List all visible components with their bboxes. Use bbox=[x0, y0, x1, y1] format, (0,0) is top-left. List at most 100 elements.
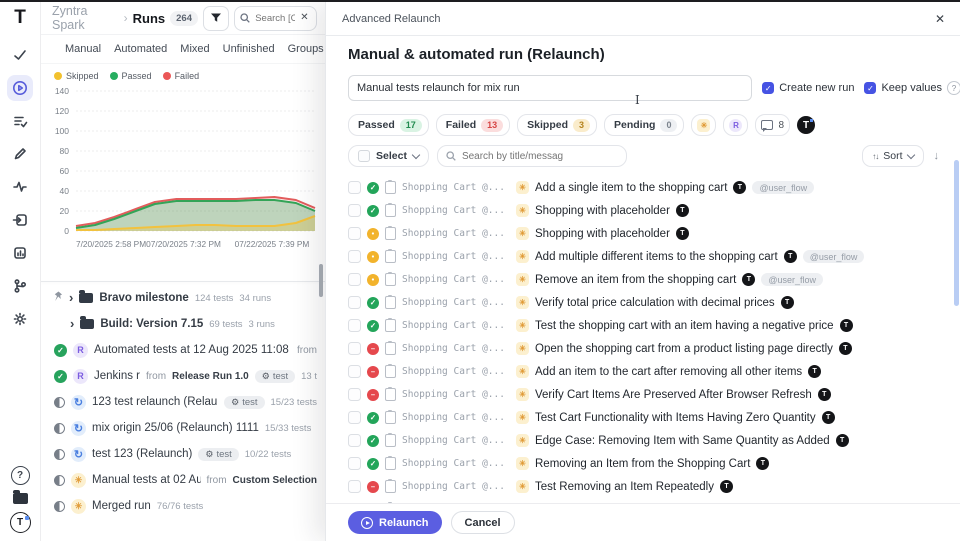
list-check-icon[interactable] bbox=[7, 108, 33, 134]
test-row[interactable]: ✓Shopping Cart @...✳Edge Case: Removing … bbox=[348, 429, 960, 452]
app-logo[interactable]: T bbox=[14, 8, 26, 28]
cancel-button[interactable]: Cancel bbox=[451, 511, 515, 534]
close-icon[interactable]: ✕ bbox=[300, 13, 308, 23]
test-row[interactable]: –Shopping Cart @...✳Verify Cart Items Ar… bbox=[348, 383, 960, 406]
row-checkbox[interactable] bbox=[348, 204, 361, 217]
run-name-input[interactable] bbox=[348, 75, 752, 101]
assignee-avatar[interactable]: T bbox=[797, 116, 815, 134]
report-icon[interactable] bbox=[7, 240, 33, 266]
breadcrumb-project[interactable]: Zyntra Spark bbox=[52, 4, 119, 32]
status-passed-icon: ✓ bbox=[367, 412, 379, 424]
clipboard-icon bbox=[385, 181, 396, 194]
help-icon[interactable]: ? bbox=[947, 81, 960, 95]
runs-search-input[interactable] bbox=[253, 12, 297, 25]
test-suite-code: Shopping Cart @... bbox=[402, 435, 510, 446]
run-row[interactable]: ✳Manual tests at 02 Aug 2025 13:38fromCu… bbox=[40, 467, 325, 493]
create-new-run-checkbox[interactable]: ✓ Create new run bbox=[762, 82, 854, 94]
test-row[interactable]: ✓Shopping Cart @...✳Verify total price c… bbox=[348, 291, 960, 314]
tab-groups[interactable]: Groups bbox=[288, 43, 324, 55]
row-checkbox[interactable] bbox=[348, 457, 361, 470]
row-checkbox[interactable] bbox=[348, 319, 361, 332]
panel-scrollbar[interactable] bbox=[319, 264, 323, 297]
import-icon[interactable] bbox=[7, 207, 33, 233]
test-row[interactable]: –Shopping Cart @...✳Add an item to the c… bbox=[348, 360, 960, 383]
filter-chip-failed[interactable]: Failed13 bbox=[436, 114, 510, 136]
filter-chip-comments[interactable]: 8 bbox=[755, 114, 790, 136]
test-search-input[interactable] bbox=[460, 150, 614, 163]
row-checkbox[interactable] bbox=[348, 480, 361, 493]
chip-count: 13 bbox=[481, 119, 503, 132]
keep-values-checkbox[interactable]: ✓ Keep values ? bbox=[864, 81, 960, 95]
row-checkbox[interactable] bbox=[348, 181, 361, 194]
relaunch-button[interactable]: Relaunch bbox=[348, 511, 442, 534]
activity-icon[interactable] bbox=[7, 174, 33, 200]
gear-icon: ⚙ bbox=[262, 371, 270, 382]
checkbox-checked-icon[interactable]: ✓ bbox=[864, 82, 876, 94]
assignee-avatar: T bbox=[733, 181, 746, 194]
test-row[interactable]: •Shopping Cart @...✳Add multiple differe… bbox=[348, 245, 960, 268]
run-row[interactable]: ↻mix origin 25/06 (Relaunch) 111115/33 t… bbox=[40, 415, 325, 441]
chevron-down-icon bbox=[412, 150, 420, 158]
runs-play-icon[interactable] bbox=[7, 75, 33, 101]
run-row[interactable]: ↻test 123 (Relaunch)⚙test10/22 tests bbox=[40, 441, 325, 467]
run-row[interactable]: ›Bravo milestone124 tests34 runs bbox=[40, 285, 325, 311]
row-checkbox[interactable] bbox=[348, 227, 361, 240]
gear-icon[interactable] bbox=[7, 306, 33, 332]
run-row[interactable]: ✓RJenkins run (Relaunch)fromRelease Run … bbox=[40, 363, 325, 389]
mixed-run-icon: ↻ bbox=[71, 447, 86, 462]
close-icon[interactable]: ✕ bbox=[935, 12, 945, 26]
test-row[interactable]: •Shopping Cart @...✳Remove an item from … bbox=[348, 268, 960, 291]
test-row[interactable]: –Shopping Cart @...✳Test Removing an Ite… bbox=[348, 475, 960, 498]
row-checkbox[interactable] bbox=[348, 273, 361, 286]
sort-direction-icon[interactable]: ↓ bbox=[934, 150, 940, 162]
sort-button[interactable]: ↑↓ Sort bbox=[862, 145, 923, 167]
select-dropdown[interactable]: Select bbox=[348, 145, 429, 167]
user-avatar[interactable]: T bbox=[10, 512, 31, 533]
test-row[interactable]: ✓Shopping Cart @...✳Removing an Item fro… bbox=[348, 452, 960, 475]
check-icon[interactable] bbox=[7, 42, 33, 68]
modal-scrollbar[interactable] bbox=[954, 160, 959, 306]
checkbox-empty-icon[interactable] bbox=[358, 150, 370, 162]
row-checkbox[interactable] bbox=[348, 434, 361, 447]
row-checkbox[interactable] bbox=[348, 296, 361, 309]
filter-chip-pending[interactable]: Pending0 bbox=[604, 114, 684, 136]
test-row[interactable]: ✓Shopping Cart @...✳Shopping with placeh… bbox=[348, 199, 960, 222]
test-row[interactable]: ✓Shopping Cart @...✳Add a single item to… bbox=[348, 176, 960, 199]
tab-mixed[interactable]: Mixed bbox=[180, 43, 209, 55]
branch-icon[interactable] bbox=[7, 273, 33, 299]
chevron-right-icon[interactable]: › bbox=[69, 291, 73, 304]
filter-chip-skipped[interactable]: Skipped3 bbox=[517, 114, 597, 136]
tab-unfinished[interactable]: Unfinished bbox=[223, 43, 275, 55]
pencil-icon[interactable] bbox=[7, 141, 33, 167]
search-icon bbox=[240, 13, 250, 23]
run-row[interactable]: ↻123 test relaunch (Relaunch)⚙test15/23 … bbox=[40, 389, 325, 415]
checkbox-checked-icon[interactable]: ✓ bbox=[762, 82, 774, 94]
test-row[interactable]: ✓Shopping Cart @...✳Test Cart Functional… bbox=[348, 406, 960, 429]
filter-chip-passed[interactable]: Passed17 bbox=[348, 114, 429, 136]
run-row[interactable]: ✳Merged run76/76 tests bbox=[40, 493, 325, 519]
run-row[interactable]: ›Build: Version 7.1569 tests3 runs bbox=[40, 311, 325, 337]
row-checkbox[interactable] bbox=[348, 365, 361, 378]
clipboard-icon bbox=[385, 319, 396, 332]
row-checkbox[interactable] bbox=[348, 411, 361, 424]
tab-automated[interactable]: Automated bbox=[114, 43, 167, 55]
test-row[interactable]: ✓Shopping Cart @...✳Test the shopping ca… bbox=[348, 314, 960, 337]
run-row[interactable]: ✓RAutomated tests at 12 Aug 2025 11:08 (… bbox=[40, 337, 325, 363]
filter-chip-automated-test-icon[interactable]: R bbox=[723, 114, 748, 136]
filter-button[interactable] bbox=[203, 6, 229, 31]
test-suite-code: Shopping Cart @... bbox=[402, 320, 510, 331]
test-search[interactable] bbox=[437, 145, 627, 167]
sort-label: Sort bbox=[883, 150, 902, 162]
help-icon[interactable]: ? bbox=[11, 466, 30, 485]
chevron-right-icon[interactable]: › bbox=[70, 317, 74, 330]
row-checkbox[interactable] bbox=[348, 250, 361, 263]
comment-icon bbox=[761, 120, 773, 130]
row-checkbox[interactable] bbox=[348, 342, 361, 355]
folder-icon[interactable] bbox=[13, 493, 28, 504]
row-checkbox[interactable] bbox=[348, 388, 361, 401]
test-row[interactable]: –Shopping Cart @...✳Open the shopping ca… bbox=[348, 337, 960, 360]
runs-search[interactable]: ✕ bbox=[234, 6, 317, 31]
tab-manual[interactable]: Manual bbox=[65, 43, 101, 55]
test-row[interactable]: •Shopping Cart @...✳Shopping with placeh… bbox=[348, 222, 960, 245]
filter-chip-manual-test-icon[interactable]: ✳ bbox=[691, 114, 716, 136]
